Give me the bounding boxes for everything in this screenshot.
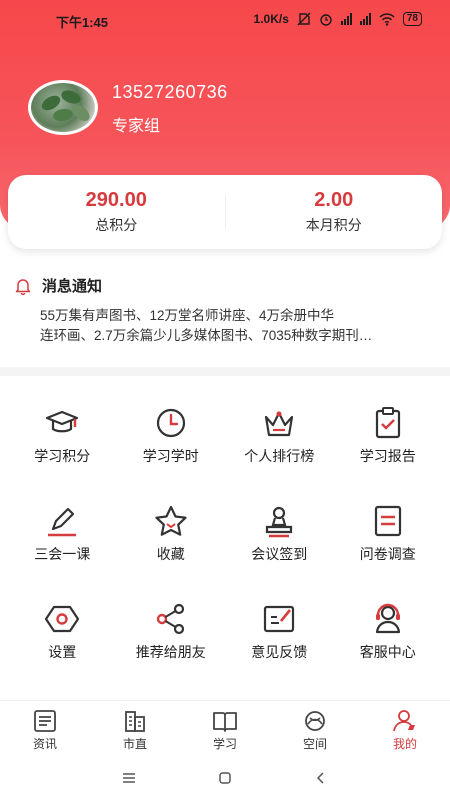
tab-space[interactable]: 空间 [270, 701, 360, 755]
crown-icon [265, 411, 294, 437]
graduation-cap-icon [46, 410, 79, 433]
grid-item-label: 会议签到 [251, 546, 308, 562]
points-card: 290.00 总积分 2.00 本月积分 [8, 175, 442, 249]
buildings-icon [125, 711, 145, 732]
month-points[interactable]: 2.00 本月积分 [226, 189, 443, 235]
status-bar: 下午1:45 1.0K/s 78 [0, 0, 450, 40]
tab-study[interactable]: 学习 [180, 701, 270, 755]
grid-item-label: 意见反馈 [251, 644, 308, 660]
grid-item-feedback[interactable]: 意见反馈 [225, 601, 334, 660]
tab-label: 我的 [392, 737, 417, 751]
grid-item-label: 个人排行榜 [244, 448, 315, 464]
grid-item-label: 三会一课 [34, 546, 91, 562]
alarm-icon [320, 14, 332, 26]
grid-item-survey[interactable]: 问卷调查 [334, 503, 443, 562]
share-icon [156, 603, 184, 635]
system-nav-bar [0, 755, 450, 800]
grid-item-label: 客服中心 [359, 644, 416, 660]
bell-icon [15, 278, 31, 295]
grid-item-study-report[interactable]: 学习报告 [334, 405, 443, 464]
space-icon [305, 711, 325, 731]
user-group: 专家组 [112, 118, 161, 135]
total-points-label: 总积分 [95, 217, 138, 233]
grid-item-favorites[interactable]: 收藏 [117, 503, 226, 562]
bottom-tab-bar: 资讯 市直 学习 空间 我的 [0, 700, 450, 755]
tab-city[interactable]: 市直 [90, 701, 180, 755]
hexagon-settings-icon [45, 605, 80, 633]
avatar[interactable] [28, 80, 98, 135]
network-speed: 1.0K/s [253, 12, 289, 26]
month-points-label: 本月积分 [305, 217, 362, 233]
grid-item-label: 学习积分 [34, 448, 91, 464]
grid-item-label: 收藏 [156, 546, 185, 562]
feature-grid: 学习积分 学习学时 个人排行榜 学习报告 三会一课 收藏 会议签到 问卷调查 设… [8, 405, 443, 660]
tab-label: 市直 [122, 737, 147, 751]
grid-item-label: 学习报告 [359, 448, 416, 464]
tab-label: 资讯 [32, 737, 57, 751]
wifi-icon [379, 12, 395, 26]
grid-item-label: 设置 [48, 644, 77, 660]
profile-icon [393, 710, 415, 732]
stamp-icon [266, 506, 293, 538]
book-icon [213, 712, 237, 732]
star-icon [155, 505, 187, 536]
pen-icon [48, 507, 77, 537]
signal-2-icon [359, 13, 371, 25]
tab-news[interactable]: 资讯 [0, 701, 90, 755]
total-points[interactable]: 290.00 总积分 [8, 189, 225, 235]
back-icon[interactable] [313, 770, 329, 786]
notice-title: 消息通知 [42, 278, 103, 295]
grid-item-study-hours[interactable]: 学习学时 [117, 405, 226, 464]
notice-line-2: 连环画、2.7万余篇少儿多媒体图书、7035种数字期刊… [40, 328, 373, 343]
list-doc-icon [374, 505, 401, 537]
grid-item-meetings[interactable]: 三会一课 [8, 503, 117, 562]
status-icons: 1.0K/s 78 [254, 12, 422, 26]
menu-icon[interactable] [121, 770, 137, 786]
notice-body: 55万集有声图书、12万堂名师讲座、4万余册中华 连环画、2.7万余篇少儿多媒体… [14, 306, 436, 346]
grid-item-label: 推荐给朋友 [135, 644, 206, 660]
no-sim-icon [297, 12, 311, 26]
status-time: 下午1:45 [56, 15, 109, 30]
total-points-value: 290.00 [85, 189, 147, 211]
home-icon[interactable] [217, 770, 233, 786]
clipboard-check-icon [375, 407, 400, 439]
headset-icon [375, 603, 400, 634]
notice-line-1: 55万集有声图书、12万堂名师讲座、4万余册中华 [40, 308, 335, 323]
clock-icon [156, 408, 185, 438]
news-icon [34, 710, 56, 732]
grid-item-recommend[interactable]: 推荐给朋友 [117, 601, 226, 660]
grid-item-label: 学习学时 [142, 448, 199, 464]
grid-item-label: 问卷调查 [359, 546, 416, 562]
month-points-value: 2.00 [314, 189, 354, 211]
grid-item-settings[interactable]: 设置 [8, 601, 117, 660]
grid-item-study-points[interactable]: 学习积分 [8, 405, 117, 464]
tab-label: 空间 [302, 737, 327, 751]
grid-item-meeting-signin[interactable]: 会议签到 [225, 503, 334, 562]
section-divider [0, 367, 450, 376]
user-phone: 13527260736 [112, 82, 228, 102]
signal-1-icon [340, 13, 352, 25]
battery-icon: 78 [402, 12, 422, 26]
grid-item-ranking[interactable]: 个人排行榜 [225, 405, 334, 464]
tab-label: 学习 [212, 737, 237, 751]
grid-item-customer-service[interactable]: 客服中心 [334, 601, 443, 660]
notice-section[interactable]: 消息通知 55万集有声图书、12万堂名师讲座、4万余册中华 连环画、2.7万余篇… [0, 275, 450, 367]
tab-mine[interactable]: 我的 [360, 701, 450, 755]
feedback-icon [264, 605, 295, 633]
